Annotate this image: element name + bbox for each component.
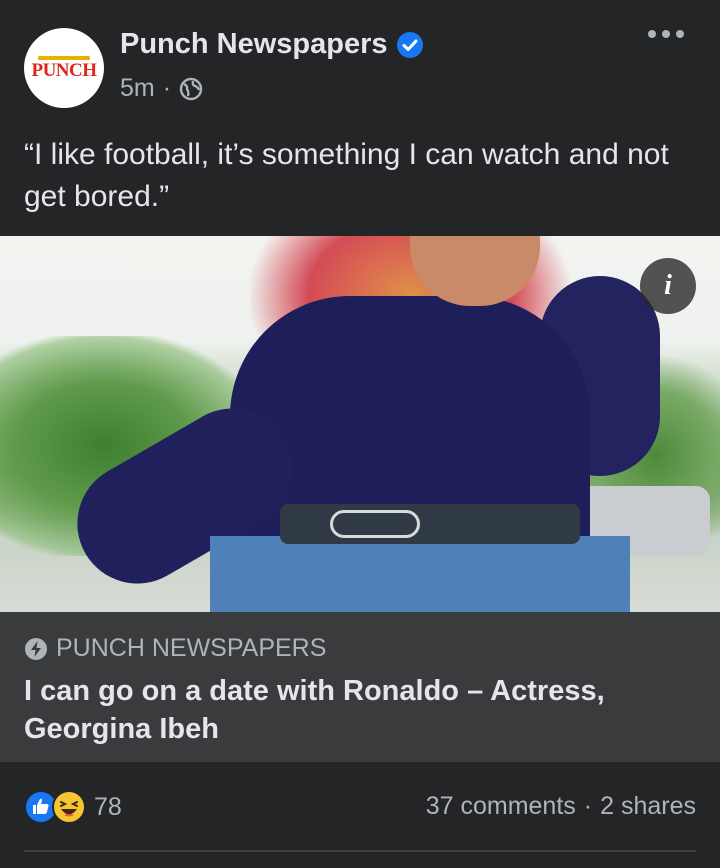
post-time[interactable]: 5m bbox=[120, 74, 155, 103]
photo-belt-buckle bbox=[330, 510, 420, 538]
post-text: “I like football, it’s something I can w… bbox=[24, 138, 669, 213]
reactions-summary[interactable]: 78 bbox=[24, 790, 122, 824]
haha-reaction-icon bbox=[52, 790, 86, 824]
more-options-button[interactable] bbox=[648, 30, 684, 38]
logo-stripe bbox=[38, 55, 90, 60]
divider bbox=[24, 850, 696, 852]
verified-badge-icon bbox=[396, 31, 423, 58]
post-footer: 78 37 comments · 2 shares bbox=[0, 762, 720, 868]
avatar[interactable]: PUNCH bbox=[24, 28, 104, 108]
more-dot bbox=[662, 30, 670, 38]
comments-count[interactable]: 37 comments bbox=[426, 792, 576, 821]
counts-separator: · bbox=[583, 792, 593, 820]
more-dot bbox=[676, 30, 684, 38]
lightning-bolt-icon bbox=[25, 637, 47, 660]
post-photo[interactable]: i bbox=[0, 236, 720, 612]
post-meta: 5m · bbox=[120, 74, 203, 103]
post-header: PUNCH Punch Newspapers 5m · bbox=[0, 0, 720, 120]
photo-belt bbox=[280, 504, 580, 544]
info-button[interactable]: i bbox=[640, 258, 696, 314]
avatar-logo-text: PUNCH bbox=[31, 59, 97, 81]
page-name-label[interactable]: Punch Newspapers bbox=[120, 28, 388, 61]
globe-icon bbox=[179, 77, 203, 100]
more-dot bbox=[648, 30, 656, 38]
engagement-counts: 37 comments · 2 shares bbox=[426, 792, 696, 821]
photo-jeans bbox=[210, 536, 630, 612]
link-source-label: PUNCH NEWSPAPERS bbox=[56, 634, 327, 662]
link-preview[interactable]: PUNCH NEWSPAPERS I can go on a date with… bbox=[0, 612, 720, 762]
link-headline[interactable]: I can go on a date with Ronaldo – Actres… bbox=[24, 672, 696, 748]
page-name[interactable]: Punch Newspapers bbox=[120, 28, 424, 61]
shares-count[interactable]: 2 shares bbox=[600, 792, 696, 821]
reaction-count[interactable]: 78 bbox=[94, 793, 122, 822]
meta-separator: · bbox=[162, 74, 172, 102]
link-source: PUNCH NEWSPAPERS bbox=[24, 634, 326, 663]
